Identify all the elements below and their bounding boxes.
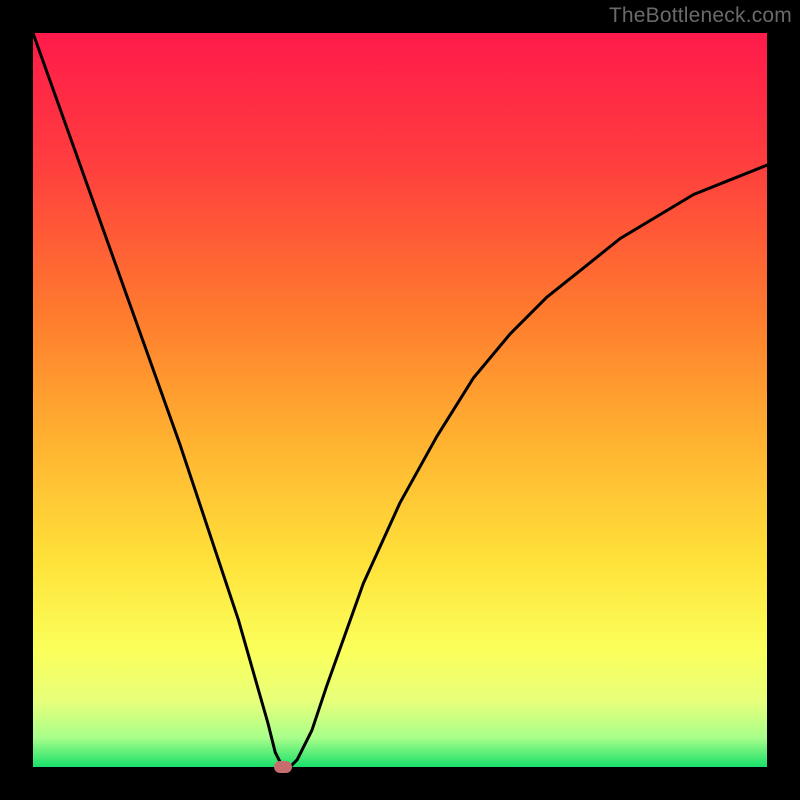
watermark-text: TheBottleneck.com <box>609 4 792 28</box>
chart-frame: TheBottleneck.com <box>0 0 800 800</box>
plot-area <box>33 33 767 767</box>
bottleneck-curve <box>33 33 767 767</box>
optimum-marker <box>274 761 292 773</box>
curve-layer <box>33 33 767 767</box>
